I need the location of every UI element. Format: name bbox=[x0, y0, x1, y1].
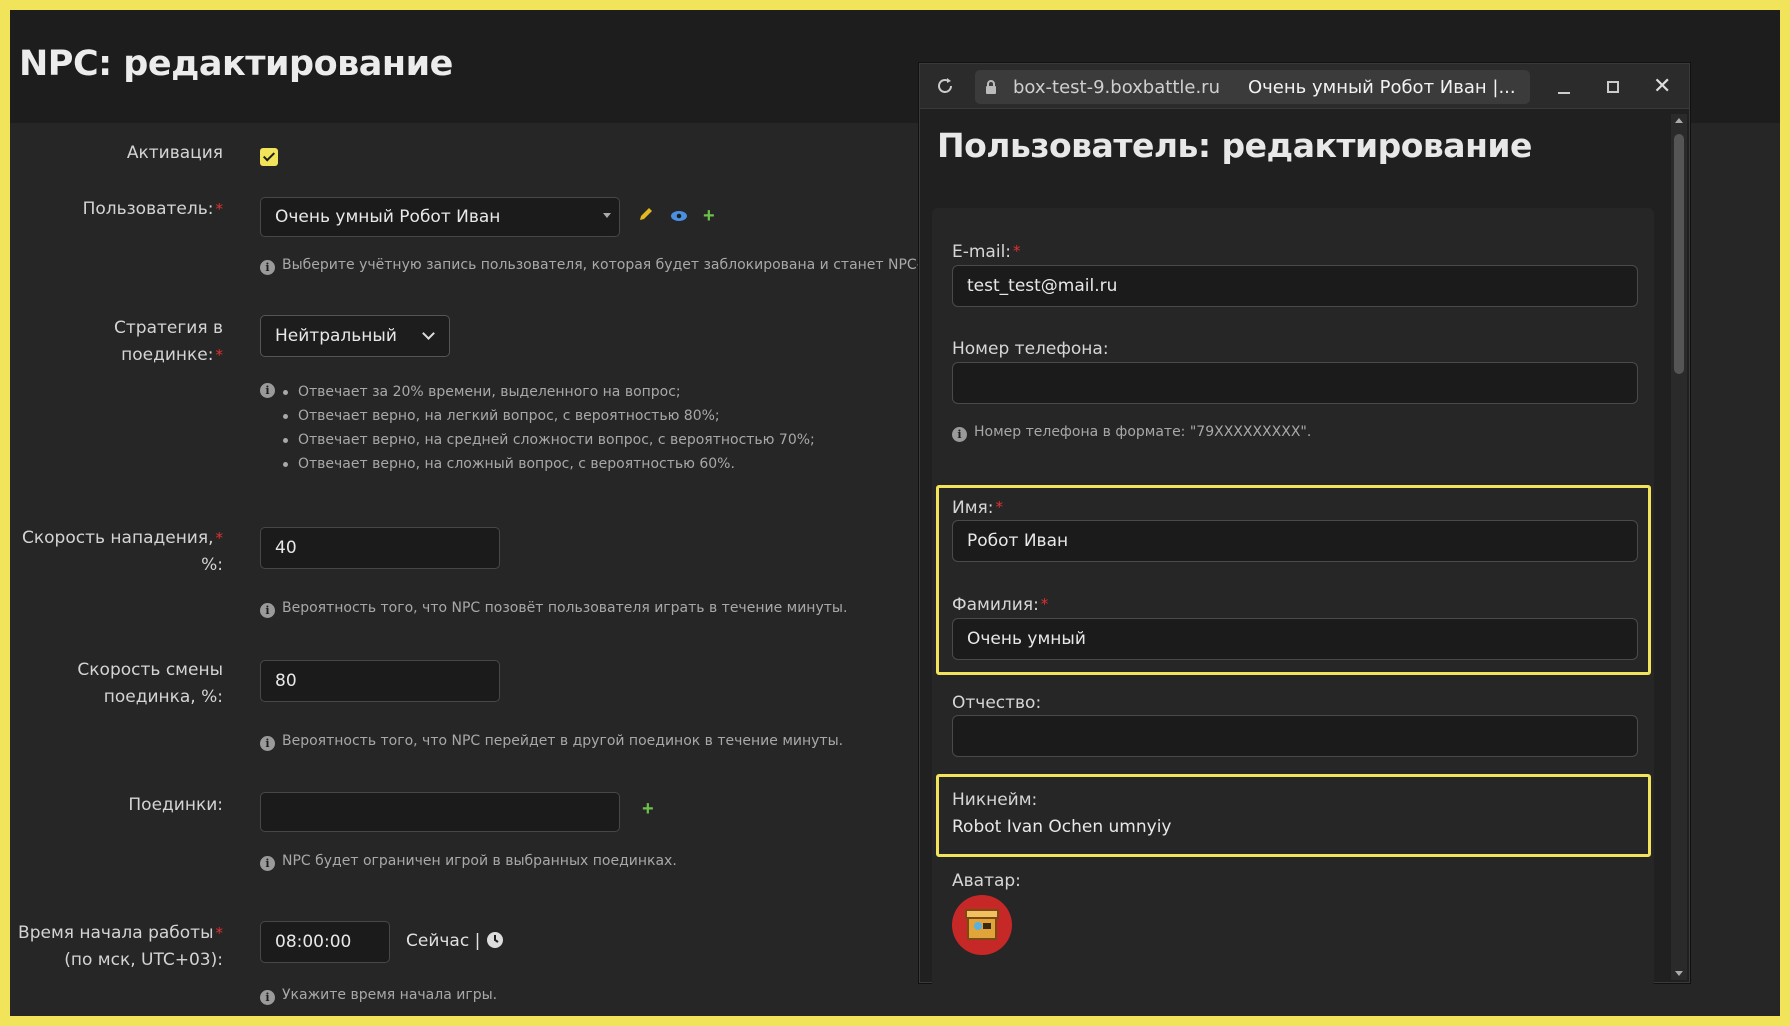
strategy-bullet-list: Отвечает за 20% времени, выделенного на … bbox=[278, 380, 815, 476]
strategy-select-value: Нейтральный bbox=[275, 326, 397, 346]
battles-help: i NPC будет ограничен игрой в выбранных п… bbox=[260, 853, 677, 871]
info-icon: i bbox=[260, 990, 275, 1005]
nickname-label: Никнейм: bbox=[952, 790, 1038, 810]
switch-speed-help: i Вероятность того, что NPC перейдет в др… bbox=[260, 733, 843, 751]
nickname-value: Robot Ivan Ochen umnyiy bbox=[952, 817, 1172, 837]
chevron-down-icon bbox=[603, 213, 611, 218]
address-bar[interactable]: box-test-9.boxbattle.ru Очень умный Робо… bbox=[975, 70, 1530, 104]
now-link[interactable]: Сейчас | bbox=[406, 931, 504, 951]
start-time-input[interactable]: 08:00:00 bbox=[260, 921, 390, 963]
lock-icon bbox=[986, 80, 996, 94]
battles-label: Поединки: bbox=[128, 795, 223, 815]
switch-speed-label: Скорость смены поединка, %: bbox=[77, 660, 223, 707]
maximize-icon[interactable] bbox=[1607, 81, 1619, 93]
middle-name-label: Отчество: bbox=[952, 693, 1042, 713]
switch-speed-input[interactable]: 80 bbox=[260, 660, 500, 702]
battles-select[interactable] bbox=[260, 792, 620, 832]
info-icon: i bbox=[260, 856, 275, 871]
minimize-icon[interactable] bbox=[1558, 92, 1570, 94]
last-name-label: Фамилия: * bbox=[952, 595, 1049, 615]
popup-scrollbar[interactable] bbox=[1671, 114, 1687, 980]
close-icon[interactable]: ✕ bbox=[1653, 73, 1671, 99]
list-item: Отвечает верно, на легкий вопрос, с веро… bbox=[278, 404, 815, 428]
now-label: Сейчас | bbox=[406, 931, 481, 951]
pencil-icon[interactable] bbox=[638, 206, 654, 227]
eye-icon[interactable] bbox=[670, 209, 688, 227]
phone-field[interactable] bbox=[952, 362, 1638, 404]
nickname-highlight-box bbox=[936, 774, 1651, 857]
scrollbar-thumb[interactable] bbox=[1674, 134, 1684, 374]
email-label: E-mail: * bbox=[952, 242, 1021, 262]
plus-icon[interactable]: + bbox=[703, 205, 715, 228]
user-help: i Выберите учётную запись пользователя, к… bbox=[260, 257, 939, 275]
avatar[interactable] bbox=[952, 895, 1012, 955]
chevron-down-icon bbox=[422, 327, 435, 340]
activation-label: Активация bbox=[126, 143, 223, 163]
info-icon: i bbox=[952, 427, 967, 442]
attack-speed-input[interactable]: 40 bbox=[260, 527, 500, 569]
info-icon: i bbox=[260, 383, 275, 398]
popup-window: box-test-9.boxbattle.ru Очень умный Робо… bbox=[919, 63, 1690, 988]
list-item: Отвечает верно, на сложный вопрос, с вер… bbox=[278, 452, 815, 476]
popup-titlebar: box-test-9.boxbattle.ru Очень умный Робо… bbox=[920, 64, 1689, 109]
attack-speed-help: i Вероятность того, что NPC позовёт польз… bbox=[260, 600, 847, 618]
middle-name-field[interactable] bbox=[952, 715, 1638, 757]
user-select-value: Очень умный Робот Иван bbox=[275, 207, 501, 227]
last-name-field[interactable]: Очень умный bbox=[952, 618, 1638, 660]
first-name-field[interactable]: Робот Иван bbox=[952, 520, 1638, 562]
scroll-down-icon[interactable] bbox=[1675, 971, 1683, 976]
strategy-label: Стратегия в поединке: * bbox=[114, 318, 223, 365]
app-frame: NPC: редактирование Активация Пользовате… bbox=[10, 10, 1780, 1016]
first-name-label: Имя: * bbox=[952, 498, 1003, 518]
reload-icon[interactable] bbox=[935, 76, 955, 96]
user-select[interactable]: Очень умный Робот Иван bbox=[260, 197, 620, 237]
start-time-label: Время начала работы * (по мск, UTC+03): bbox=[18, 923, 223, 970]
user-label: Пользователь: * bbox=[82, 199, 223, 219]
plus-icon[interactable]: + bbox=[642, 798, 654, 821]
info-icon: i bbox=[260, 603, 275, 618]
strategy-select[interactable]: Нейтральный bbox=[260, 315, 450, 357]
avatar-label: Аватар: bbox=[952, 871, 1021, 891]
list-item: Отвечает верно, на средней сложности воп… bbox=[278, 428, 815, 452]
phone-label: Номер телефона: bbox=[952, 339, 1109, 359]
info-icon: i bbox=[260, 260, 275, 275]
start-time-help: i Укажите время начала игры. bbox=[260, 987, 497, 1005]
activation-checkbox[interactable] bbox=[260, 148, 278, 166]
popup-page-title: Пользователь: редактирование bbox=[937, 126, 1532, 165]
list-item: Отвечает за 20% времени, выделенного на … bbox=[278, 380, 815, 404]
scroll-up-icon[interactable] bbox=[1675, 118, 1683, 123]
page-title: NPC: редактирование bbox=[19, 44, 453, 84]
clock-icon bbox=[486, 932, 503, 948]
attack-speed-label: Скорость нападения, *%: bbox=[22, 528, 223, 575]
popup-domain: box-test-9.boxbattle.ru bbox=[1013, 76, 1220, 98]
phone-help: i Номер телефона в формате: "79XXXXXXXXX"… bbox=[952, 424, 1311, 442]
avatar-box-icon bbox=[965, 909, 999, 940]
popup-tab-title: Очень умный Робот Иван |... bbox=[1247, 76, 1516, 98]
info-icon: i bbox=[260, 736, 275, 751]
email-field[interactable]: test_test@mail.ru bbox=[952, 265, 1638, 307]
